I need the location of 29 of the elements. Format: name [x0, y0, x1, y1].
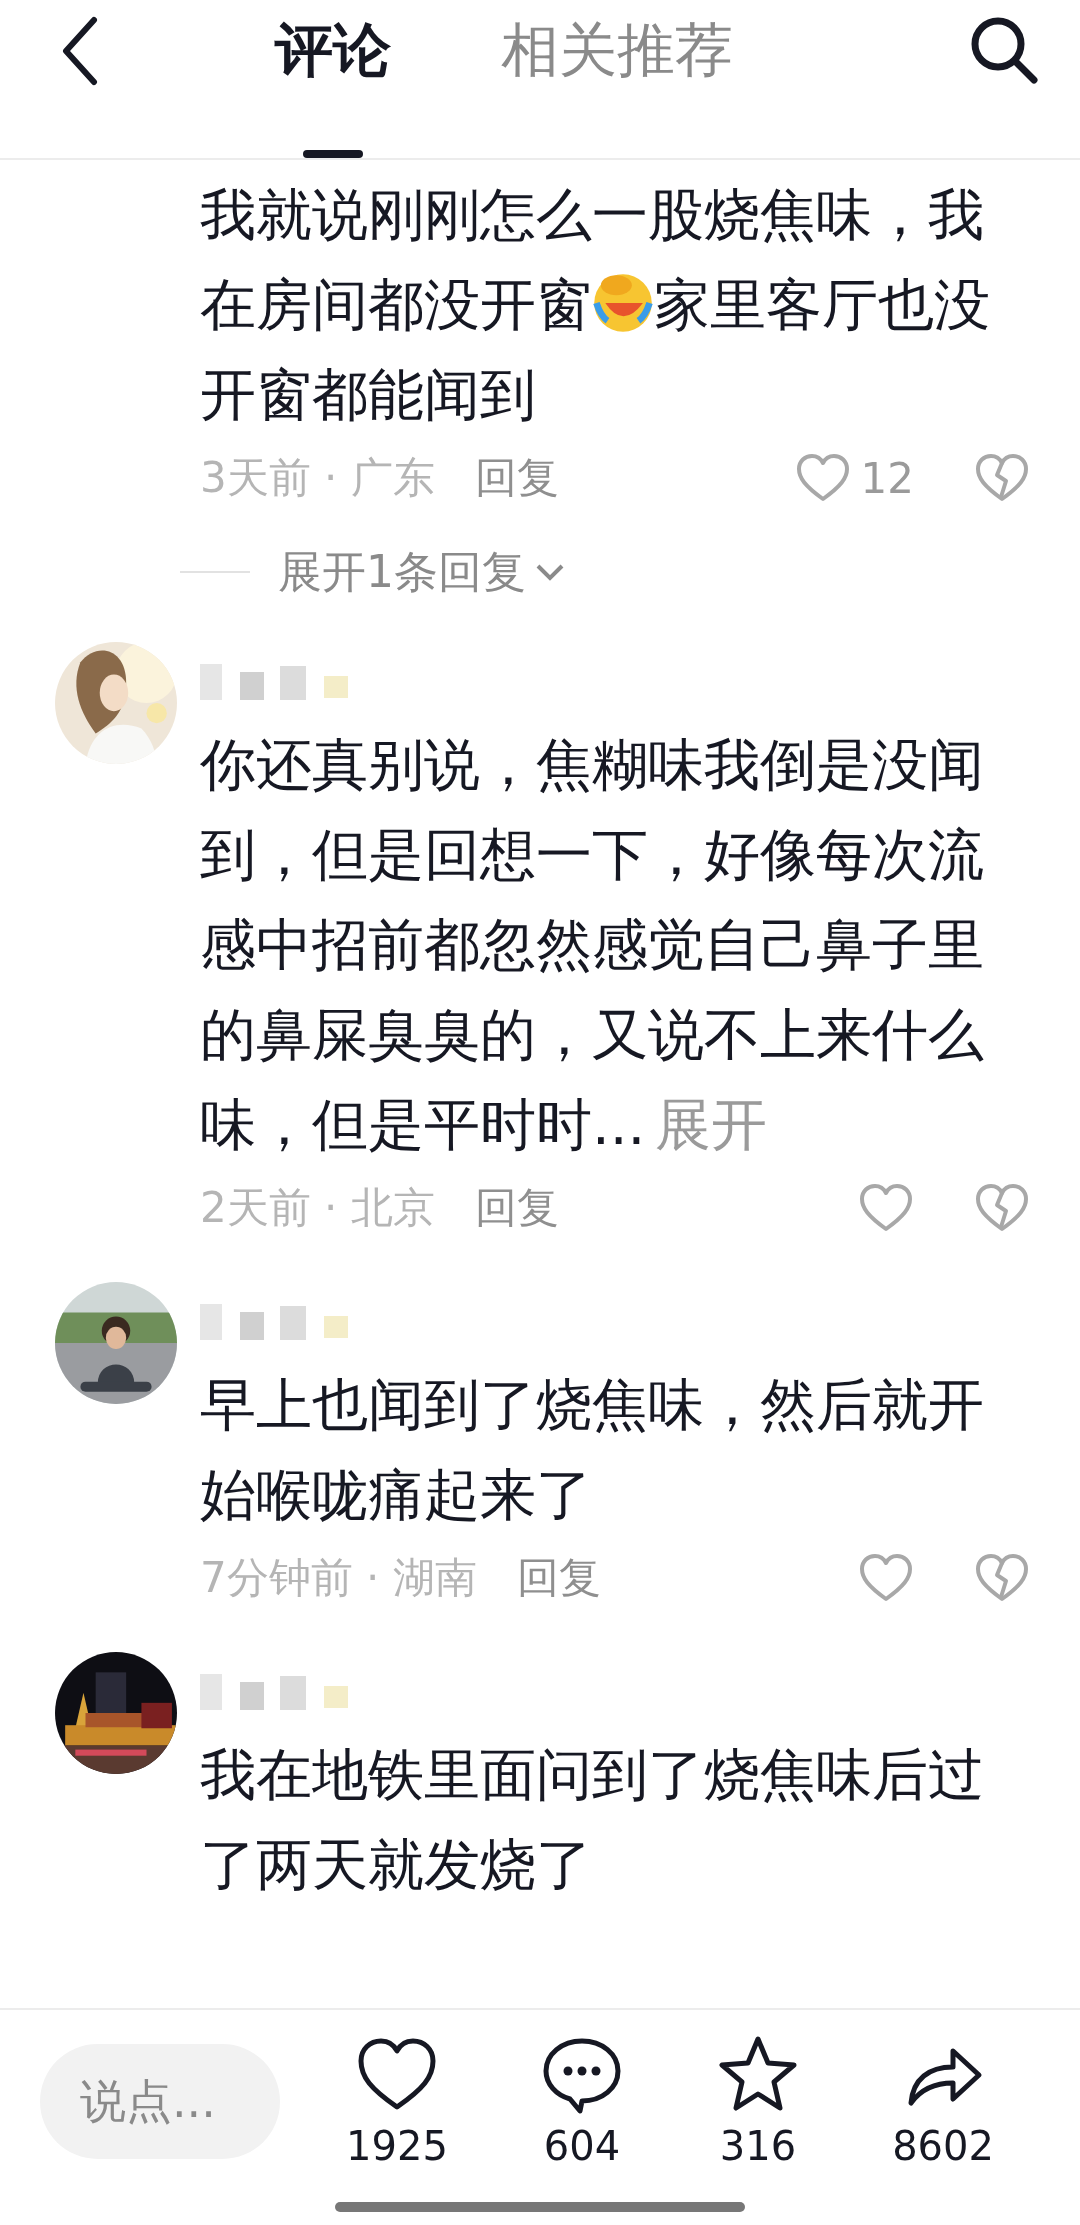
heart-icon[interactable]	[858, 1183, 914, 1233]
like-count: 12	[860, 453, 914, 503]
comment-text: 我在地铁里面问到了烧焦味后过了两天就发烧了	[200, 1741, 985, 1899]
share-button[interactable]: 8602	[892, 2033, 994, 2169]
favorite-button[interactable]: 316	[716, 2033, 801, 2169]
comment-button[interactable]: 604	[539, 2033, 624, 2169]
broken-heart-icon[interactable]	[974, 453, 1030, 503]
heart-icon[interactable]	[858, 1553, 914, 1603]
time-location: 3天前 · 广东	[200, 452, 435, 504]
time-location: 2天前 · 北京	[200, 1182, 435, 1234]
broken-heart-icon[interactable]	[974, 1553, 1030, 1603]
like-button[interactable]: 1925	[346, 2033, 448, 2169]
comment-text: 早上也闻到了烧焦味，然后就开始喉咙痛起来了	[200, 1371, 985, 1529]
crying-face-icon	[592, 272, 654, 334]
broken-heart-icon[interactable]	[974, 1183, 1030, 1233]
tab[interactable]: 评论	[275, 0, 391, 158]
comment-text: 我就说刚刚怎么一股烧焦味，我在房间都没开窗 家里客厅也没开窗都能闻到	[200, 181, 991, 429]
reply-link[interactable]: 回复	[474, 450, 559, 506]
expand-replies-button[interactable]: 展开1条回复	[278, 542, 566, 602]
tab[interactable]: 相关推荐	[501, 0, 733, 158]
comment-text: 你还真别说，焦糊味我倒是没闻到，但是回想一下，好像每次流感中招前都忽然感觉自己鼻子里的鼻屎臭臭的，又说不上来什么味，但是平时时... 展开	[200, 731, 985, 1159]
expand-link[interactable]: 展开	[655, 1092, 768, 1157]
chevron-down-icon	[534, 562, 566, 582]
reply-link[interactable]: 回复	[516, 1550, 601, 1606]
heart-icon[interactable]	[794, 453, 851, 503]
comment-input[interactable]: 说点...	[40, 2043, 280, 2159]
time-location: 7分钟前 · 湖南	[200, 1552, 477, 1604]
back-icon[interactable]	[60, 16, 100, 86]
reply-link[interactable]: 回复	[474, 1180, 559, 1236]
